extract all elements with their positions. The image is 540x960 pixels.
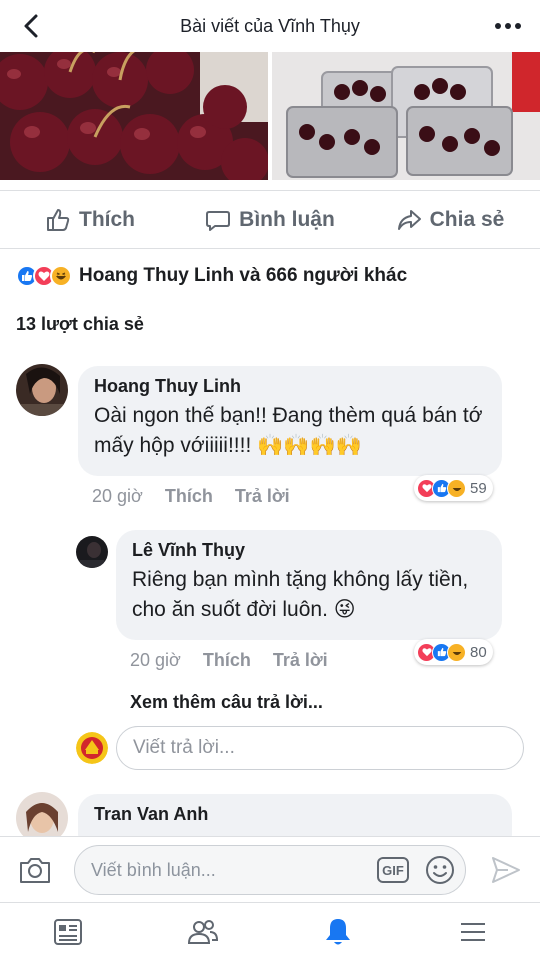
comment-author[interactable]: Hoang Thuy Linh (94, 376, 486, 397)
post-photo-cherries[interactable] (0, 52, 268, 180)
tab-friends[interactable] (135, 903, 270, 960)
post-photo-boxes[interactable] (272, 52, 540, 180)
reply-bubble[interactable]: Lê Vĩnh Thụy Riêng bạn mình tặng không l… (116, 530, 502, 640)
comment-time: 20 giờ (92, 486, 143, 506)
divider (0, 248, 540, 249)
gif-button[interactable]: GIF (377, 857, 409, 883)
avatar[interactable] (16, 364, 68, 416)
top-bar: Bài viết của Vĩnh Thụy (0, 0, 540, 52)
comment-reply-link[interactable]: Trả lời (235, 486, 290, 507)
reply-author[interactable]: Lê Vĩnh Thụy (132, 540, 486, 561)
comment-author[interactable]: Tran Van Anh (94, 804, 496, 825)
reaction-count: 59 (470, 479, 487, 497)
reply-reactions[interactable]: 80 (414, 639, 493, 665)
share-label: Chia sẻ (429, 208, 505, 231)
comment-bubble-icon (206, 211, 231, 231)
comment-bubble[interactable]: Hoang Thuy Linh Oài ngon thế bạn!! Đang … (78, 366, 502, 476)
reactions-summary[interactable]: Hoang Thuy Linh và 666 người khác (16, 262, 407, 290)
comment-input[interactable]: Viết bình luận... GIF (74, 845, 466, 895)
reply-like-link[interactable]: Thích (203, 650, 251, 671)
comment-text: Oài ngon thế bạn!! Đang thèm quá bán tớ … (94, 404, 483, 457)
share-arrow-icon (397, 210, 421, 230)
page-title: Bài viết của Vĩnh Thụy (180, 16, 360, 36)
reactions-summary-text: Hoang Thuy Linh và 666 người khác (79, 265, 408, 286)
reply-meta: 20 giờ Thích Trả lời (130, 650, 328, 671)
tab-notifications[interactable] (270, 903, 405, 960)
share-button[interactable]: Chia sẻ (360, 192, 540, 248)
hamburger-menu-icon (460, 922, 485, 941)
shares-count[interactable]: 13 lượt chia sẻ (16, 314, 144, 335)
reply-time: 20 giờ (130, 650, 181, 670)
like-button[interactable]: Thích (0, 192, 180, 248)
tab-menu[interactable] (405, 903, 540, 960)
comment-input-placeholder: Viết bình luận... (91, 860, 216, 880)
divider (0, 190, 540, 191)
reply-reply-link[interactable]: Trả lời (273, 650, 328, 671)
tab-news-feed[interactable] (0, 903, 135, 960)
reply-text: Riêng bạn mình tặng không lấy tiền, cho … (132, 568, 469, 621)
reply-input[interactable]: Viết trả lời... (116, 726, 524, 770)
friends-icon (187, 919, 218, 944)
comment-button[interactable]: Bình luận (180, 192, 360, 248)
comment-like-link[interactable]: Thích (165, 486, 213, 507)
haha-reaction-icon (50, 265, 72, 287)
comment-reactions[interactable]: 59 (414, 475, 493, 501)
camera-icon[interactable] (18, 855, 52, 885)
thumbs-up-icon (47, 209, 70, 231)
haha-reaction-icon (447, 642, 466, 662)
more-options-icon[interactable] (492, 12, 524, 40)
news-feed-icon (53, 918, 82, 945)
comment-label: Bình luận (239, 208, 335, 231)
reply-input-placeholder: Viết trả lời... (133, 737, 235, 758)
reaction-count: 80 (470, 643, 487, 661)
avatar[interactable] (76, 536, 108, 568)
see-more-replies-link[interactable]: Xem thêm câu trả lời... (130, 692, 323, 713)
bell-icon (325, 918, 350, 944)
like-label: Thích (79, 208, 135, 231)
send-icon[interactable] (490, 855, 522, 885)
comment-composer: Viết bình luận... GIF (0, 836, 540, 902)
post-actions: Thích Bình luận Chia sẻ (0, 192, 540, 248)
post-photos (0, 52, 540, 180)
avatar (76, 732, 108, 764)
emoji-icon[interactable] (425, 855, 455, 885)
comment-meta: 20 giờ Thích Trả lời (92, 486, 290, 507)
bottom-tab-bar (0, 902, 540, 960)
haha-reaction-icon (447, 478, 466, 498)
